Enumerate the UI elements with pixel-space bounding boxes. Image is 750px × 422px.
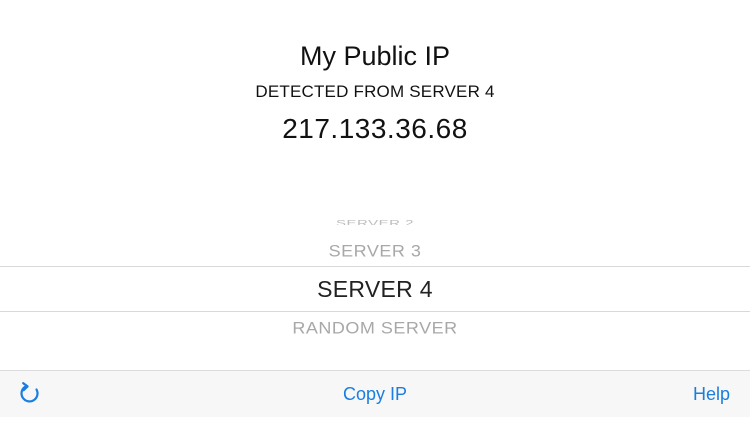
picker-item-random-server[interactable]: RANDOM SERVER [0, 317, 750, 339]
picker-item-server-3[interactable]: SERVER 3 [0, 240, 750, 262]
refresh-button[interactable] [16, 380, 44, 408]
copy-ip-button[interactable]: Copy IP [300, 371, 450, 417]
detection-source-label: DETECTED FROM SERVER 4 [255, 82, 495, 101]
picker-item-server-4-selected[interactable]: SERVER 4 [0, 266, 750, 312]
ip-address-value: 217.133.36.68 [282, 113, 468, 144]
refresh-icon [20, 382, 39, 403]
picker-item-server-2[interactable]: SERVER 2 [0, 218, 750, 225]
app-screen: My Public IP DETECTED FROM SERVER 4 217.… [0, 0, 750, 422]
server-picker[interactable]: SERVER 2 SERVER 3 SERVER 4 RANDOM SERVER [0, 205, 750, 365]
bottom-toolbar: Copy IP Help [0, 370, 750, 417]
help-button[interactable]: Help [693, 371, 730, 417]
page-title: My Public IP [299, 41, 451, 71]
